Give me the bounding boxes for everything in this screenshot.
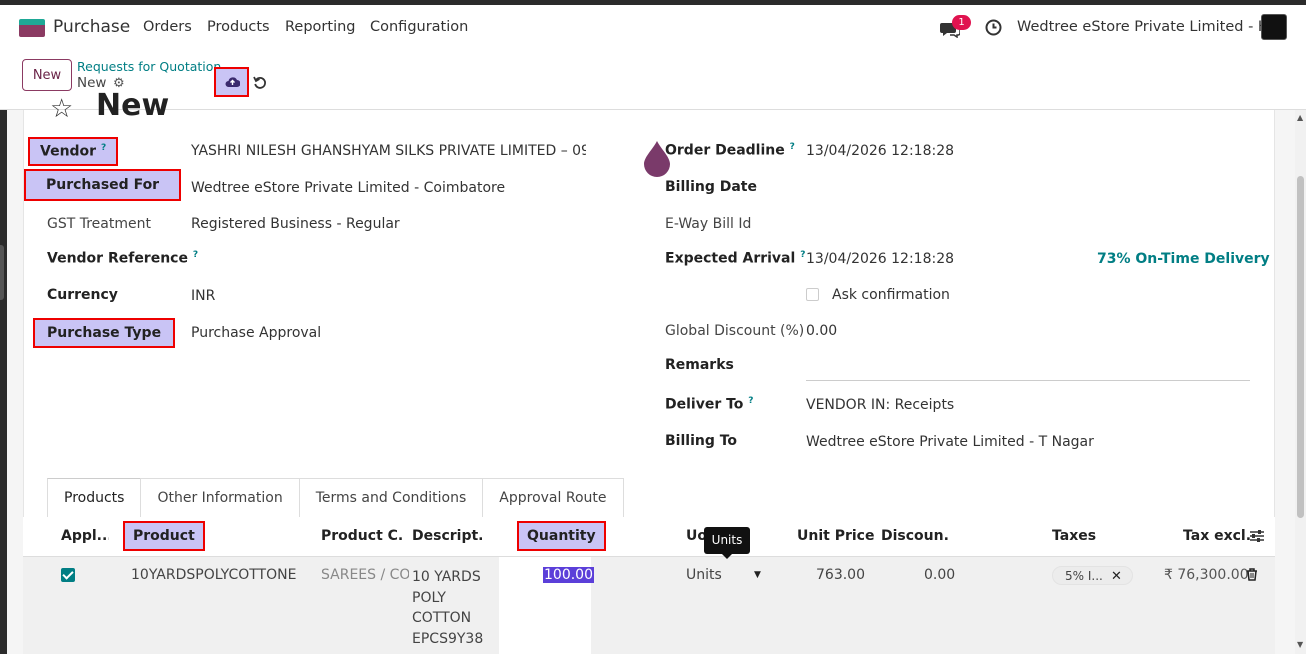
global-discount-label: Global Discount (%)	[665, 323, 805, 339]
vendor-reference-label: Vendor Reference ?	[47, 250, 199, 267]
col-description[interactable]: Descript...	[412, 528, 484, 544]
company-switcher[interactable]: Wedtree eStore Private Limited - HO	[1017, 19, 1280, 35]
col-appl[interactable]: Appl...	[61, 528, 109, 544]
billing-date-label: Billing Date	[665, 179, 757, 195]
eway-bill-field[interactable]	[806, 216, 1106, 234]
tax-tag-label: 5% I...	[1065, 569, 1103, 583]
left-edge-handle	[0, 245, 4, 300]
col-quantity[interactable]: Quantity	[517, 521, 606, 551]
star-icon[interactable]: ☆	[50, 94, 73, 124]
tab-terms-and-conditions[interactable]: Terms and Conditions	[298, 478, 484, 517]
menu-configuration[interactable]: Configuration	[370, 19, 468, 35]
notebook-tabs: Products Other Information Terms and Con…	[47, 478, 624, 517]
order-deadline-label: Order Deadline ?	[665, 142, 795, 159]
activity-clock-icon[interactable]	[985, 19, 1002, 36]
remarks-field[interactable]	[806, 380, 1250, 381]
menu-products[interactable]: Products	[207, 19, 270, 35]
menu-orders[interactable]: Orders	[143, 19, 192, 35]
vendor-label: Vendor ?	[28, 137, 119, 166]
col-discount[interactable]: Discoun...	[881, 528, 949, 544]
ask-confirmation-label: Ask confirmation	[832, 287, 950, 303]
tab-other-information[interactable]: Other Information	[140, 478, 300, 517]
discard-icon[interactable]	[253, 76, 267, 90]
scroll-down-icon[interactable]: ▼	[1297, 640, 1303, 649]
gst-treatment-label: GST Treatment	[47, 216, 151, 232]
page-scrollbar[interactable]: ▲ ▼	[1295, 110, 1306, 654]
tax-tag[interactable]: 5% I... ✕	[1052, 566, 1133, 585]
remarks-label: Remarks	[665, 357, 734, 373]
col-unit-price[interactable]: Unit Price	[797, 528, 874, 544]
purchase-app-icon[interactable]	[19, 19, 45, 37]
expected-arrival-label: Expected Arrival ?	[665, 250, 806, 267]
record-title: New	[96, 88, 170, 123]
app-name[interactable]: Purchase	[53, 17, 130, 37]
line-product[interactable]: 10YARDSPOLYCOTTONEP(	[131, 567, 296, 583]
currency-label: Currency	[47, 287, 118, 303]
eway-bill-label: E-Way Bill Id	[665, 216, 752, 232]
col-product[interactable]: Product	[123, 521, 205, 551]
order-line-row[interactable]: 10YARDSPOLYCOTTONEP( SAREES / COT 10 YAR…	[23, 557, 1275, 654]
on-time-delivery-link[interactable]: 73% On-Time Delivery	[1097, 251, 1270, 267]
vendor-reference-field[interactable]	[191, 250, 571, 268]
menu-reporting[interactable]: Reporting	[285, 19, 356, 35]
purchase-type-label: Purchase Type	[33, 318, 176, 348]
scroll-up-icon[interactable]: ▲	[1297, 113, 1303, 122]
quantity-input[interactable]: 100.00	[543, 567, 594, 583]
uom-tooltip: Units	[704, 527, 750, 559]
scrollbar-thumb[interactable]	[1297, 176, 1304, 518]
vendor-field[interactable]: YASHRI NILESH GHANSHYAM SILKS PRIVATE LI…	[191, 143, 586, 159]
save-button[interactable]	[214, 67, 249, 97]
billing-to-label: Billing To	[665, 433, 738, 449]
line-unit-price[interactable]: 763.00	[816, 567, 865, 583]
apply-checkbox[interactable]	[61, 568, 75, 582]
chevron-down-icon[interactable]: ▼	[754, 570, 761, 580]
purchase-type-field[interactable]: Purchase Approval	[191, 325, 321, 341]
col-taxes[interactable]: Taxes	[1052, 528, 1096, 544]
global-discount-field[interactable]: 0.00	[806, 323, 837, 339]
line-description[interactable]: 10 YARDS POLY COTTON EPCS9Y38	[412, 567, 492, 649]
billing-date-field[interactable]	[806, 179, 1106, 197]
line-uom[interactable]: Units	[686, 567, 722, 583]
order-deadline-field[interactable]: 13/04/2026 12:18:28	[806, 143, 954, 159]
line-subtotal: ₹ 76,300.00	[1164, 567, 1249, 583]
billing-to-field[interactable]: Wedtree eStore Private Limited - T Nagar	[806, 434, 1094, 450]
user-avatar[interactable]	[1261, 14, 1287, 40]
gst-treatment-field[interactable]: Registered Business - Regular	[191, 216, 400, 232]
line-category[interactable]: SAREES / COT	[321, 567, 409, 583]
close-icon[interactable]: ✕	[1111, 567, 1122, 586]
tab-products[interactable]: Products	[47, 478, 142, 517]
ask-confirmation-checkbox[interactable]	[806, 288, 819, 301]
line-discount[interactable]: 0.00	[924, 567, 955, 583]
tab-approval-route[interactable]: Approval Route	[482, 478, 624, 517]
col-product-category[interactable]: Product C...	[321, 528, 403, 544]
purchased-for-label: Purchased For	[24, 169, 182, 201]
new-button[interactable]: New	[22, 59, 72, 91]
col-tax-excl[interactable]: Tax excl.	[1183, 528, 1251, 544]
top-navbar: Purchase Orders Products Reporting Confi…	[0, 5, 1306, 50]
purchased-for-field[interactable]: Wedtree eStore Private Limited - Coimbat…	[191, 180, 505, 196]
chat-badge: 1	[952, 15, 971, 30]
control-panel: New Requests for Quotation New ⚙	[0, 50, 1306, 110]
order-lines-header: Appl... Product Product C... Descript...…	[23, 517, 1275, 557]
trash-icon[interactable]	[1246, 568, 1258, 581]
col-uom[interactable]: Uo	[686, 528, 706, 544]
column-settings-icon[interactable]	[1249, 528, 1265, 544]
currency-field[interactable]: INR	[191, 288, 215, 304]
deliver-to-field[interactable]: VENDOR IN: Receipts	[806, 397, 954, 413]
expected-arrival-field[interactable]: 13/04/2026 12:18:28	[806, 251, 954, 267]
deliver-to-label: Deliver To ?	[665, 396, 754, 413]
cloud-upload-icon	[225, 77, 240, 87]
breadcrumb-parent[interactable]: Requests for Quotation	[77, 59, 221, 74]
